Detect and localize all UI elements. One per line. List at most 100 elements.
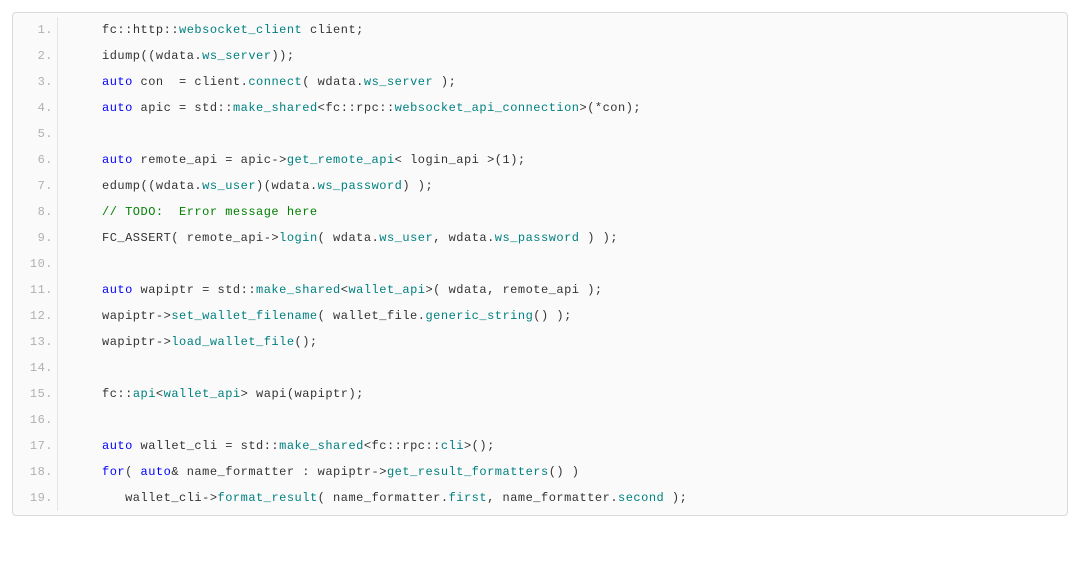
code-content: fc::api<wallet_api> wapi(wapiptr);: [72, 381, 1067, 407]
token: ( name_formatter.: [318, 491, 449, 505]
gutter-divider: [57, 225, 58, 251]
token: login: [279, 231, 318, 245]
token: (: [125, 465, 140, 479]
code-line: 8. // TODO: Error message here: [13, 199, 1067, 225]
token: , wdata.: [433, 231, 495, 245]
token: )(wdata.: [256, 179, 318, 193]
line-number: 18.: [13, 459, 57, 485]
code-line: 9.FC_ASSERT( remote_api->login( wdata.ws…: [13, 225, 1067, 251]
gutter-divider: [57, 199, 58, 225]
token: ws_password: [318, 179, 403, 193]
gutter-divider: [57, 459, 58, 485]
token: make_shared: [256, 283, 341, 297]
code-line: 19. wallet_cli->format_result( name_form…: [13, 485, 1067, 511]
code-content: auto con = client.connect( wdata.ws_serv…: [72, 69, 1067, 95]
token: >( wdata, remote_api );: [425, 283, 602, 297]
token: get_remote_api: [287, 153, 395, 167]
code-line: 7.edump((wdata.ws_user)(wdata.ws_passwor…: [13, 173, 1067, 199]
code-content: auto wallet_cli = std::make_shared<fc::r…: [72, 433, 1067, 459]
code-content: wapiptr->load_wallet_file();: [72, 329, 1067, 355]
line-number: 6.: [13, 147, 57, 173]
line-number: 4.: [13, 95, 57, 121]
token: cli: [441, 439, 464, 453]
code-content: idump((wdata.ws_server));: [72, 43, 1067, 69]
token: , name_formatter.: [487, 491, 618, 505]
token: ::: [164, 23, 179, 37]
token: ws_server: [202, 49, 271, 63]
code-content: auto remote_api = apic->get_remote_api< …: [72, 147, 1067, 173]
token: <fc::rpc::: [364, 439, 441, 453]
line-number: 16.: [13, 407, 57, 433]
token: >(*con);: [580, 101, 642, 115]
gutter-divider: [57, 17, 58, 43]
token: fc: [102, 23, 117, 37]
code-line: 1.fc::http::websocket_client client;: [13, 17, 1067, 43]
token: FC_ASSERT( remote_api->: [102, 231, 279, 245]
code-line: 18. for( auto& name_formatter : wapiptr->…: [13, 459, 1067, 485]
line-number: 2.: [13, 43, 57, 69]
gutter-divider: [57, 251, 58, 277]
line-number: 8.: [13, 199, 57, 225]
token: < login_api >(1);: [395, 153, 526, 167]
gutter-divider: [57, 433, 58, 459]
token: wallet_api: [164, 387, 241, 401]
token: first: [449, 491, 488, 505]
token: websocket_api_connection: [395, 101, 580, 115]
token: wallet_api: [348, 283, 425, 297]
gutter-divider: [57, 95, 58, 121]
token: >();: [464, 439, 495, 453]
line-number: 10.: [13, 251, 57, 277]
token: <fc::rpc::: [318, 101, 395, 115]
code-line: 15.fc::api<wallet_api> wapi(wapiptr);: [13, 381, 1067, 407]
token: ));: [271, 49, 294, 63]
code-line: 4. auto apic = std::make_shared<fc::rpc::…: [13, 95, 1067, 121]
code-line: 3.auto con = client.connect( wdata.ws_se…: [13, 69, 1067, 95]
line-number: 13.: [13, 329, 57, 355]
token: & name_formatter : wapiptr->: [171, 465, 387, 479]
token: wallet_cli = std::: [133, 439, 279, 453]
code-line: 16.: [13, 407, 1067, 433]
line-number: 5.: [13, 121, 57, 147]
code-content: // TODO: Error message here: [72, 199, 1067, 225]
token: ws_server: [364, 75, 433, 89]
token: auto: [102, 439, 133, 453]
token: wallet_cli->: [102, 491, 218, 505]
token: ( wdata.: [302, 75, 364, 89]
code-line: 6. auto remote_api = apic->get_remote_api…: [13, 147, 1067, 173]
token: remote_api = apic->: [133, 153, 287, 167]
token: ws_password: [495, 231, 580, 245]
token: set_wallet_filename: [171, 309, 317, 323]
token: format_result: [218, 491, 318, 505]
token: ();: [295, 335, 318, 349]
gutter-divider: [57, 485, 58, 511]
line-number: 7.: [13, 173, 57, 199]
code-line: 12.wapiptr->set_wallet_filename( wallet_…: [13, 303, 1067, 329]
token: make_shared: [233, 101, 318, 115]
token: ) );: [580, 231, 619, 245]
token: idump((wdata.: [102, 49, 202, 63]
gutter-divider: [57, 147, 58, 173]
token: wapiptr->: [102, 309, 171, 323]
gutter-divider: [57, 43, 58, 69]
token: );: [664, 491, 687, 505]
token: wapiptr = std::: [133, 283, 256, 297]
token: second: [618, 491, 664, 505]
gutter-divider: [57, 277, 58, 303]
token: auto: [102, 75, 133, 89]
line-number: 12.: [13, 303, 57, 329]
code-line: 10.: [13, 251, 1067, 277]
token: for: [102, 465, 125, 479]
token: fc::: [102, 387, 133, 401]
code-content: auto apic = std::make_shared<fc::rpc::we…: [72, 95, 1067, 121]
code-line: 11.auto wapiptr = std::make_shared<walle…: [13, 277, 1067, 303]
token: get_result_formatters: [387, 465, 549, 479]
gutter-divider: [57, 121, 58, 147]
token: edump((wdata.: [102, 179, 202, 193]
gutter-divider: [57, 173, 58, 199]
token: auto: [141, 465, 172, 479]
code-line: 14.: [13, 355, 1067, 381]
code-line: 2. idump((wdata.ws_server));: [13, 43, 1067, 69]
code-line: 13. wapiptr->load_wallet_file();: [13, 329, 1067, 355]
token: apic = std::: [133, 101, 233, 115]
token: ) );: [402, 179, 433, 193]
